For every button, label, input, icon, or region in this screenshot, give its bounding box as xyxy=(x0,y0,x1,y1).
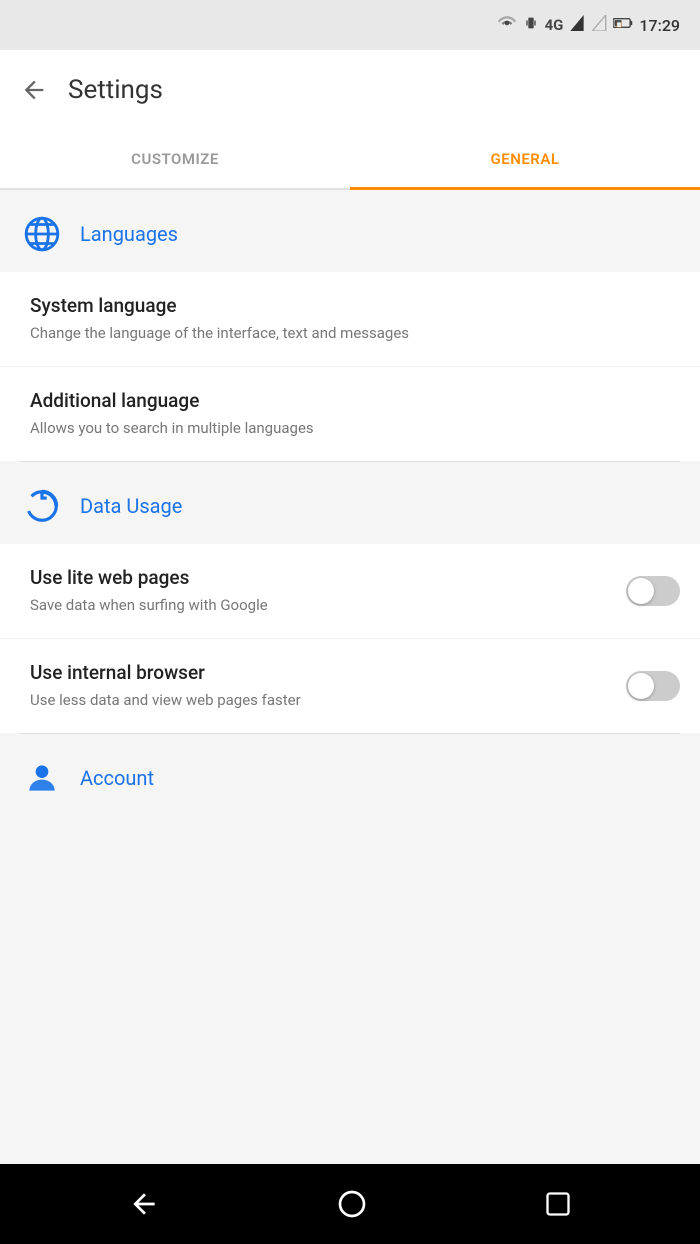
system-language-item[interactable]: System language Change the language of t… xyxy=(0,272,700,367)
tab-general[interactable]: GENERAL xyxy=(350,130,700,188)
4g-icon: 4G xyxy=(545,16,564,34)
lite-web-pages-text: Use lite web pages Save data when surfin… xyxy=(30,566,626,616)
signal-full-icon xyxy=(569,15,585,35)
wifi-icon xyxy=(497,14,517,36)
data-usage-section-header[interactable]: Data Usage xyxy=(0,462,700,544)
nav-bar xyxy=(0,1164,700,1244)
internal-browser-text: Use internal browser Use less data and v… xyxy=(30,661,626,711)
languages-section-header[interactable]: Languages xyxy=(0,190,700,272)
lite-web-pages-toggle[interactable] xyxy=(626,576,680,606)
tabs-bar: CUSTOMIZE GENERAL xyxy=(0,130,700,190)
system-language-text: System language Change the language of t… xyxy=(30,294,680,344)
account-section-header[interactable]: Account xyxy=(0,734,700,816)
account-label: Account xyxy=(80,766,154,790)
globe-icon xyxy=(20,212,64,256)
content-area: Languages System language Change the lan… xyxy=(0,190,700,816)
data-usage-label: Data Usage xyxy=(80,494,182,518)
back-button[interactable] xyxy=(20,76,48,104)
languages-label: Languages xyxy=(80,222,178,246)
battery-icon: 📋 xyxy=(613,15,633,35)
vibrate-icon xyxy=(523,14,539,36)
internal-browser-item[interactable]: Use internal browser Use less data and v… xyxy=(0,639,700,733)
header: Settings xyxy=(0,50,700,130)
additional-language-text: Additional language Allows you to search… xyxy=(30,389,680,439)
page-title: Settings xyxy=(68,75,163,105)
status-icons: 4G 📋 17:29 xyxy=(497,14,680,36)
data-usage-icon xyxy=(20,484,64,528)
status-time: 17:29 xyxy=(639,16,680,35)
nav-back-button[interactable] xyxy=(128,1188,160,1220)
account-icon xyxy=(20,756,64,800)
additional-language-item[interactable]: Additional language Allows you to search… xyxy=(0,367,700,461)
internal-browser-toggle[interactable] xyxy=(626,671,680,701)
lite-web-pages-item[interactable]: Use lite web pages Save data when surfin… xyxy=(0,544,700,639)
nav-home-button[interactable] xyxy=(336,1188,368,1220)
status-bar: 4G 📋 17:29 xyxy=(0,0,700,50)
tab-customize[interactable]: CUSTOMIZE xyxy=(0,130,350,188)
signal-empty-icon xyxy=(591,15,607,35)
nav-recent-button[interactable] xyxy=(544,1190,572,1218)
